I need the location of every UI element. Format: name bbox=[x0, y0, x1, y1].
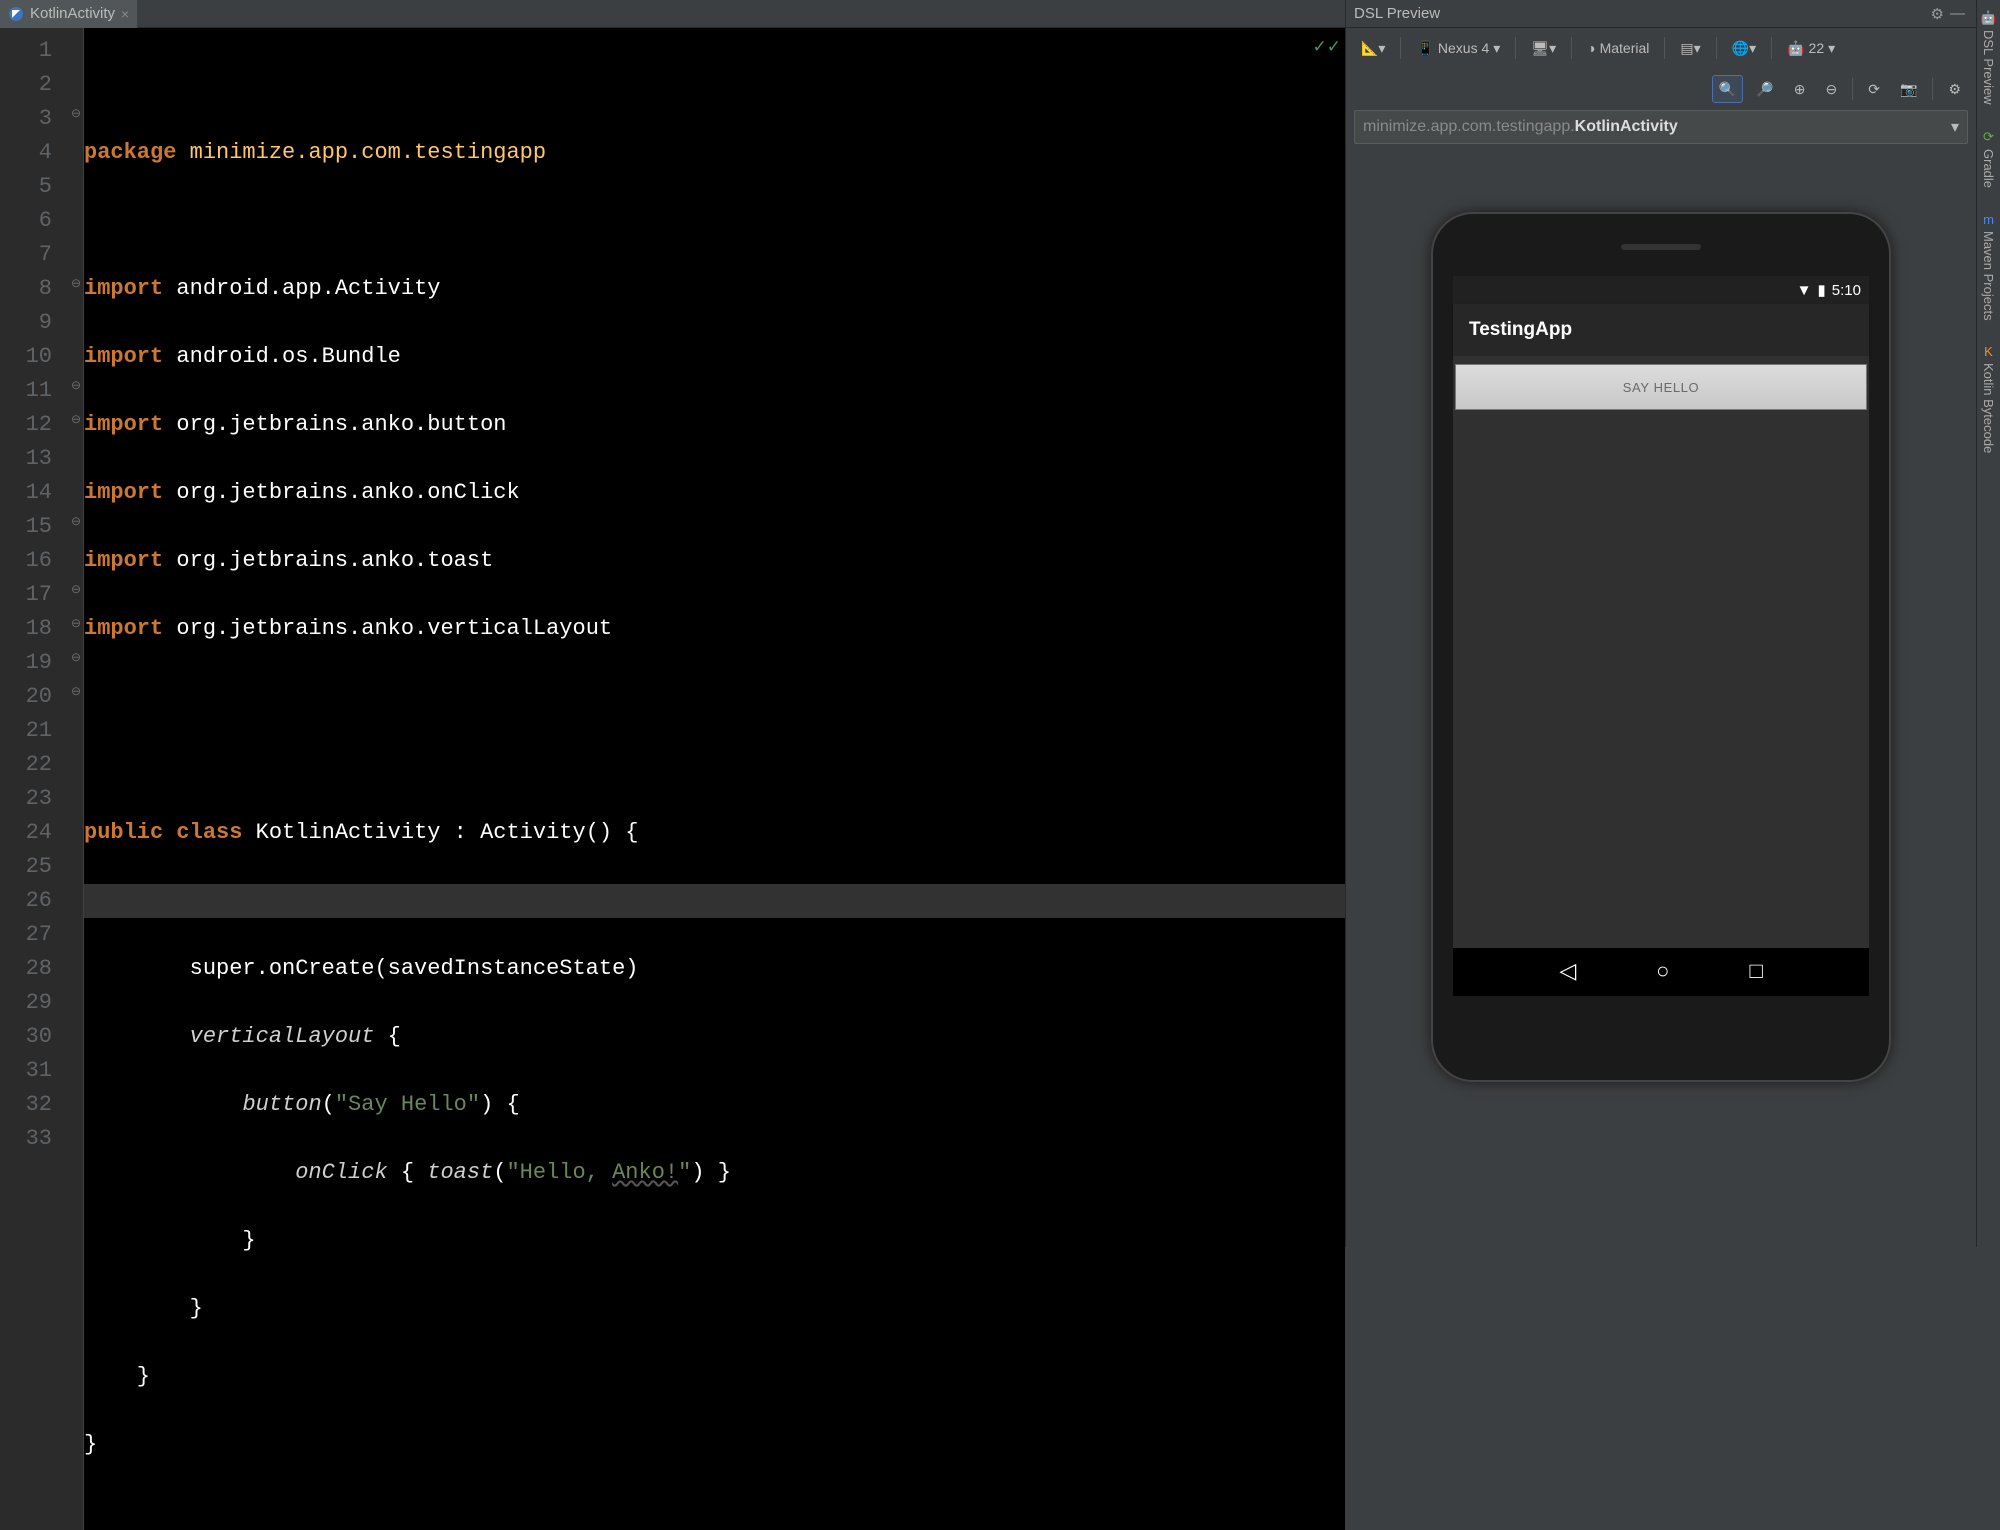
nav-bar: ◁ ○ □ bbox=[1453, 948, 1869, 996]
back-icon[interactable]: ◁ bbox=[1559, 959, 1576, 985]
api-level-dropdown[interactable]: 🤖22 ▾ bbox=[1780, 34, 1842, 62]
gear-icon[interactable]: ⚙ bbox=[1928, 5, 1947, 23]
close-icon[interactable]: × bbox=[121, 6, 129, 22]
locale-dropdown[interactable]: ▤▾ bbox=[1673, 34, 1707, 62]
zoom-fit-icon[interactable]: 🔍 bbox=[1712, 75, 1743, 103]
side-tab-kotlin-bytecode[interactable]: KKotlin Bytecode bbox=[1981, 338, 1996, 459]
line-gutter: 1234567891011121314151617181920212223242… bbox=[0, 28, 70, 1530]
tab-label: KotlinActivity bbox=[30, 5, 115, 22]
preview-toolbar: 📐▾ 📱Nexus 4 ▾ 🖥▾ ◑ Material ▤▾ 🌐▾ 🤖22 ▾ bbox=[1346, 28, 1976, 68]
refresh-icon[interactable]: ⟳ bbox=[1861, 75, 1887, 103]
status-time: 5:10 bbox=[1832, 282, 1861, 299]
wifi-icon: ▼ bbox=[1797, 282, 1812, 299]
editor-body: 1234567891011121314151617181920212223242… bbox=[0, 28, 1345, 1530]
device-screen: ▼ ▮ 5:10 TestingApp SAY HELLO ◁ ○ □ bbox=[1453, 276, 1869, 996]
app-bar: TestingApp bbox=[1453, 304, 1869, 356]
status-bar: ▼ ▮ 5:10 bbox=[1453, 276, 1869, 304]
settings-icon[interactable]: ⚙ bbox=[1941, 75, 1968, 103]
app-title: TestingApp bbox=[1469, 319, 1572, 341]
preview-zoom-toolbar: 🔍 🔎 ⊕ ⊖ ⟳ 📷 ⚙ bbox=[1346, 68, 1976, 110]
minimize-icon[interactable]: — bbox=[1947, 5, 1968, 22]
fold-column: ⊖ ⊖ ⊖ ⊖ ⊖ ⊖ ⊖ ⊖ ⊖ bbox=[70, 28, 84, 1530]
zoom-actual-icon[interactable]: 🔎 bbox=[1749, 75, 1780, 103]
editor-pane: KotlinActivity × 12345678910111213141516… bbox=[0, 0, 1345, 1247]
side-tab-maven[interactable]: mMaven Projects bbox=[1981, 206, 1996, 327]
preview-title: DSL Preview bbox=[1354, 5, 1440, 22]
tab-kotlinactivity[interactable]: KotlinActivity × bbox=[0, 0, 138, 28]
recent-icon[interactable]: □ bbox=[1749, 960, 1762, 985]
inspection-ok-icon: ✓✓ bbox=[1313, 32, 1342, 66]
configuration-dropdown[interactable]: 📐▾ bbox=[1354, 34, 1392, 62]
home-icon[interactable]: ○ bbox=[1656, 960, 1669, 985]
zoom-out-icon[interactable]: ⊖ bbox=[1819, 75, 1845, 103]
side-tab-dsl-preview[interactable]: 🤖DSL Preview bbox=[1980, 4, 1996, 111]
browser-dropdown[interactable]: 🌐▾ bbox=[1725, 34, 1763, 62]
say-hello-button[interactable]: SAY HELLO bbox=[1455, 364, 1867, 410]
device-canvas: ▼ ▮ 5:10 TestingApp SAY HELLO ◁ ○ □ bbox=[1346, 152, 1976, 1247]
device-frame: ▼ ▮ 5:10 TestingApp SAY HELLO ◁ ○ □ bbox=[1431, 212, 1891, 1082]
kotlin-file-icon bbox=[8, 6, 24, 22]
editor-tabs: KotlinActivity × bbox=[0, 0, 1345, 28]
right-tool-sidebar: 🤖DSL Preview ⟳Gradle mMaven Projects KKo… bbox=[1976, 0, 2000, 1247]
app-content: SAY HELLO bbox=[1453, 356, 1869, 948]
theme-dropdown[interactable]: ◑ Material bbox=[1580, 34, 1656, 62]
side-tab-gradle[interactable]: ⟳Gradle bbox=[1981, 123, 1996, 194]
chevron-down-icon: ▾ bbox=[1951, 117, 1959, 137]
preview-pane: DSL Preview ⚙ — 📐▾ 📱Nexus 4 ▾ 🖥▾ ◑ Mater… bbox=[1345, 0, 1976, 1247]
screenshot-icon[interactable]: 📷 bbox=[1893, 75, 1924, 103]
preview-header: DSL Preview ⚙ — bbox=[1346, 0, 1976, 28]
device-dropdown[interactable]: 📱Nexus 4 ▾ bbox=[1409, 34, 1507, 62]
code-area[interactable]: ✓✓ package minimize.app.com.testingapp i… bbox=[84, 28, 1345, 1530]
zoom-in-icon[interactable]: ⊕ bbox=[1787, 75, 1813, 103]
orientation-dropdown[interactable]: 🖥▾ bbox=[1524, 34, 1563, 62]
battery-icon: ▮ bbox=[1818, 281, 1826, 299]
class-selector[interactable]: minimize.app.com.testingapp.KotlinActivi… bbox=[1354, 110, 1968, 144]
